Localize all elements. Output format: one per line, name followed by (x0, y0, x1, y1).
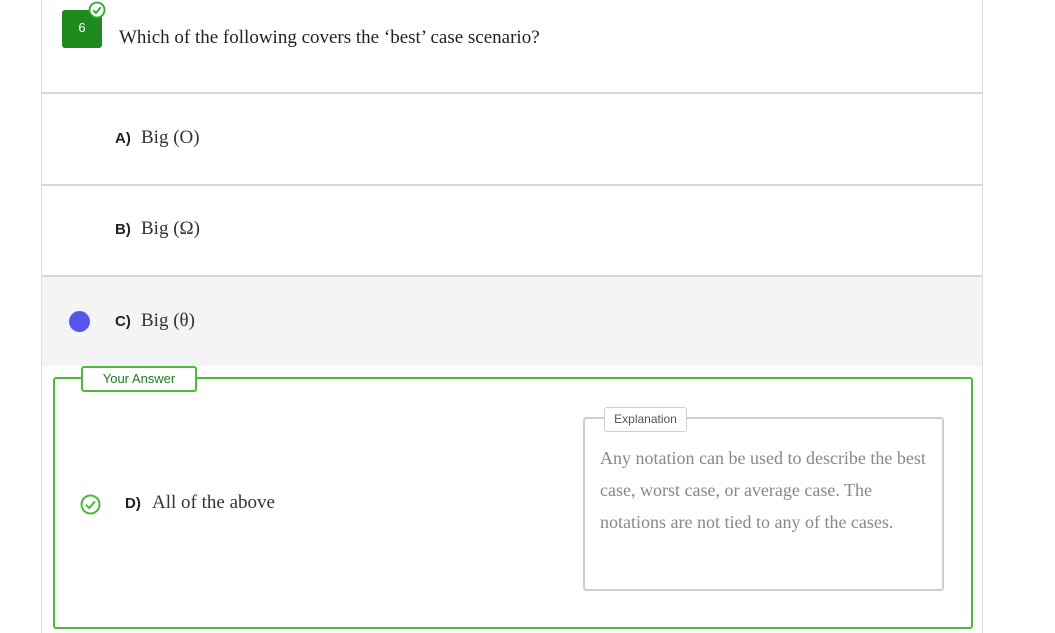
correct-check-icon (80, 494, 101, 515)
answer-text: All of the above (152, 492, 275, 513)
check-circle-icon (88, 1, 106, 19)
option-text: Big (θ) (141, 310, 195, 331)
explanation-text: Any notation can be used to describe the… (600, 448, 926, 532)
option-b[interactable]: B) Big (Ω) (42, 186, 982, 275)
option-letter: B) (115, 221, 131, 238)
option-c[interactable]: C) Big (θ) (42, 277, 982, 366)
option-letter: C) (115, 313, 131, 330)
question-card: 6 Which of the following covers the ‘bes… (41, 0, 983, 633)
answer-letter: D) (125, 495, 141, 512)
your-answer-label: Your Answer (81, 366, 197, 392)
option-a[interactable]: A) Big (O) (42, 94, 982, 183)
option-text: Big (O) (141, 127, 200, 148)
option-text: Big (Ω) (141, 218, 200, 239)
option-letter: A) (115, 130, 131, 147)
selected-radio-icon (69, 311, 90, 332)
explanation-label: Explanation (604, 407, 687, 432)
question-text: Which of the following covers the ‘best’… (119, 27, 540, 48)
